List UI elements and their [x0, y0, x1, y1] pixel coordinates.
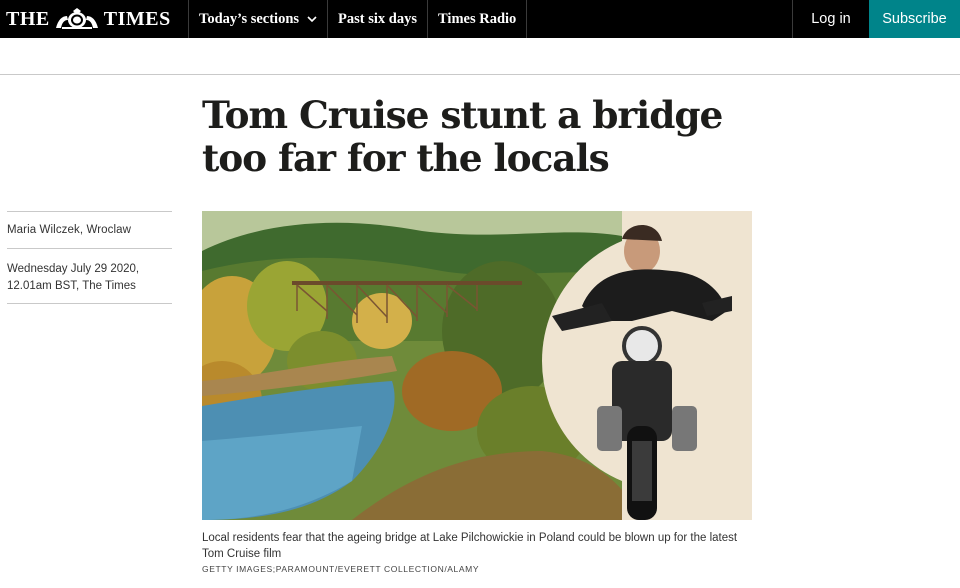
image-credit: GETTY IMAGES;PARAMOUNT/EVERETT COLLECTIO… — [202, 564, 480, 574]
nav-todays-sections-label: Today’s sections — [199, 10, 300, 27]
article-author[interactable]: Maria Wilczek, Wroclaw — [7, 224, 131, 236]
times-logo[interactable]: THE TIMES — [0, 0, 189, 38]
byline-divider-middle — [7, 248, 172, 249]
byline-divider-top — [7, 211, 172, 212]
image-caption: Local residents fear that the ageing bri… — [202, 532, 738, 560]
article-time-source: 12.01am BST, The Times — [7, 280, 136, 292]
byline-divider-bottom — [7, 303, 172, 304]
chevron-down-icon — [307, 16, 317, 23]
subscribe-button[interactable]: Subscribe — [869, 0, 960, 38]
article-dateline: Wednesday July 29 2020, 12.01am BST, The… — [7, 261, 177, 295]
nav-times-radio[interactable]: Times Radio — [428, 0, 528, 38]
login-button[interactable]: Log in — [792, 0, 869, 38]
nav-times-radio-label: Times Radio — [438, 10, 517, 27]
nav-past-six-days[interactable]: Past six days — [328, 0, 429, 38]
article-hero-image — [202, 211, 752, 520]
logo-text-the: THE — [6, 7, 50, 30]
top-navigation-bar: THE TIMES Today’s sections Past six days… — [0, 0, 960, 38]
header-divider — [0, 74, 960, 75]
article-date: Wednesday July 29 2020, — [7, 263, 140, 275]
logo-text-times: TIMES — [103, 7, 171, 30]
nav-todays-sections[interactable]: Today’s sections — [189, 0, 329, 38]
royal-crest-icon — [55, 8, 98, 29]
nav-past-six-days-label: Past six days — [338, 10, 418, 27]
hero-illustration — [202, 211, 752, 520]
article-headline: Tom Cruise stunt a bridge too far for th… — [202, 93, 723, 180]
